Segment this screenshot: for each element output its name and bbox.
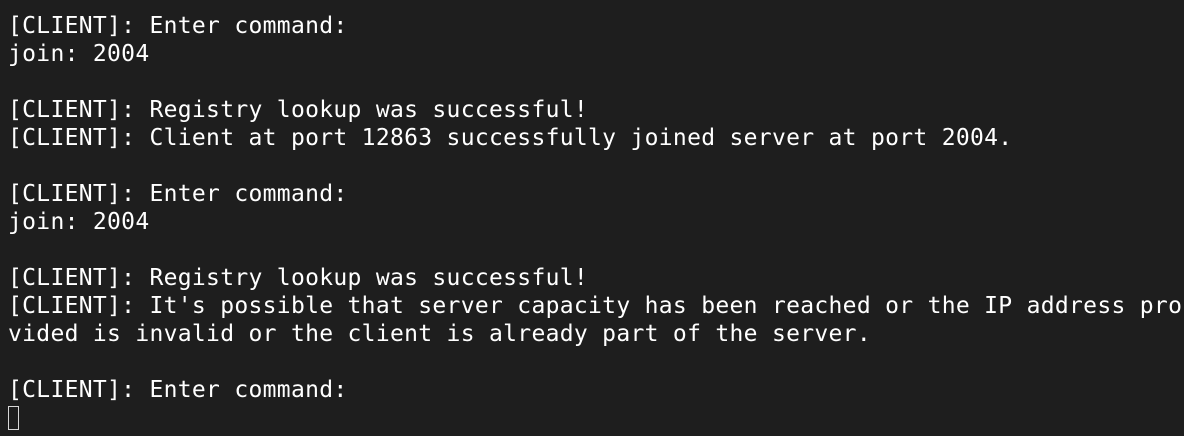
terminal-line: vided is invalid or the client is alread… <box>8 321 871 347</box>
terminal-line: join: 2004 <box>8 209 150 235</box>
terminal-cursor <box>8 406 19 430</box>
terminal-line: [CLIENT]: Enter command: <box>8 181 348 207</box>
terminal-line: [CLIENT]: Registry lookup was successful… <box>8 97 589 123</box>
terminal-line: [CLIENT]: Enter command: <box>8 377 348 403</box>
terminal-line: [CLIENT]: Registry lookup was successful… <box>8 265 589 291</box>
terminal-line: [CLIENT]: It's possible that server capa… <box>8 293 1183 319</box>
terminal-window[interactable]: [CLIENT]: Enter command: join: 2004 [CLI… <box>0 0 1184 436</box>
terminal-line: [CLIENT]: Client at port 12863 successfu… <box>8 125 1013 151</box>
terminal-line: [CLIENT]: Enter command: <box>8 13 348 39</box>
terminal-input-line[interactable] <box>8 404 1184 432</box>
terminal-line: join: 2004 <box>8 41 150 67</box>
